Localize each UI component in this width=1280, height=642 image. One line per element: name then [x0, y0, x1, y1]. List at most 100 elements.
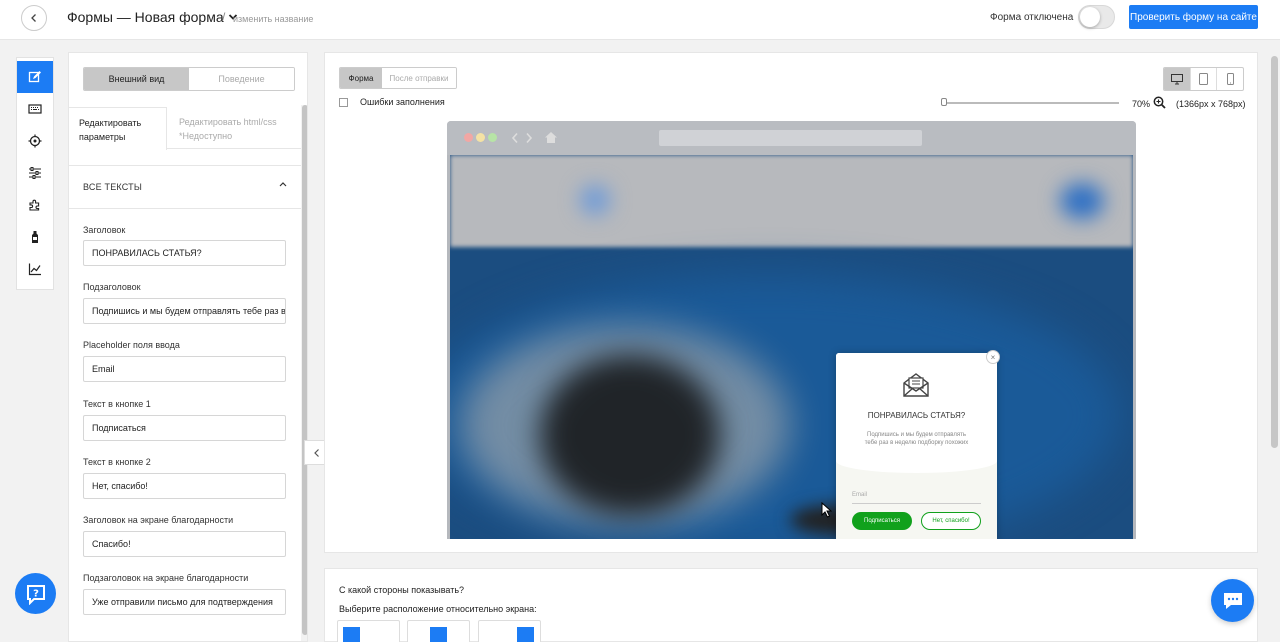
blurred-shape: [580, 185, 610, 215]
sliders-icon: [29, 167, 41, 179]
mouse-cursor-icon: [821, 502, 832, 518]
position-option-right[interactable]: [478, 620, 541, 642]
blurred-shape: [1060, 183, 1104, 219]
errors-checkbox[interactable]: [339, 97, 348, 107]
preview-resolution: (1366px x 768px): [1176, 99, 1246, 109]
tab-after-submit[interactable]: После отправки: [382, 68, 456, 88]
position-panel: С какой стороны показывать? Выберите рас…: [324, 568, 1258, 642]
title-separator: /: [222, 10, 226, 24]
all-texts-section-header[interactable]: ВСЕ ТЕКСТЫ: [69, 165, 301, 209]
desktop-icon: [1170, 73, 1183, 84]
toolbar-settings[interactable]: [17, 157, 53, 189]
edit-icon: [28, 71, 41, 83]
window-close-dot: [464, 133, 473, 142]
toolbar-target[interactable]: [17, 125, 53, 157]
section-title: ВСЕ ТЕКСТЫ: [83, 182, 143, 192]
toolbar-edit[interactable]: [17, 61, 53, 93]
edit-mode-tabs: Редактировать параметры Редактировать ht…: [69, 107, 301, 150]
form-enabled-toggle[interactable]: [1078, 5, 1115, 29]
help-button[interactable]: ?: [15, 573, 56, 614]
popup-email-input[interactable]: Email: [852, 492, 981, 504]
thanks-subtitle-input[interactable]: Уже отправили письмо для подтверждения: [83, 589, 286, 615]
chat-button[interactable]: [1211, 579, 1254, 622]
placeholder-input[interactable]: Email: [83, 356, 286, 382]
tab-edit-params[interactable]: Редактировать параметры: [69, 107, 167, 150]
browser-mockup: × ПОНРАВИЛАСЬ СТАТЬЯ? Подпишись и мы буд…: [447, 121, 1136, 539]
popup-title: ПОНРАВИЛАСЬ СТАТЬЯ?: [867, 411, 966, 420]
tablet-icon: [1199, 73, 1208, 85]
mobile-icon: [1226, 73, 1234, 85]
button1-input[interactable]: Подписаться: [83, 415, 286, 441]
home-icon: [545, 132, 557, 143]
tab-form[interactable]: Форма: [340, 68, 382, 88]
position-hint: Выберите расположение относительно экран…: [339, 604, 537, 614]
check-form-button[interactable]: Проверить форму на сайте: [1129, 5, 1258, 29]
device-desktop[interactable]: [1164, 68, 1191, 90]
toggle-knob: [1080, 7, 1100, 27]
toolbar-analytics[interactable]: [17, 253, 53, 285]
panel-scrollbar-thumb[interactable]: [302, 105, 307, 635]
blurred-site-header: [450, 155, 1133, 247]
page-scrollbar[interactable]: [1268, 52, 1280, 642]
toolbar-integrations[interactable]: [17, 189, 53, 221]
chat-icon: [1223, 592, 1242, 609]
errors-checkbox-label: Ошибки заполнения: [360, 97, 445, 107]
blurred-shape: [540, 355, 720, 515]
position-option-left[interactable]: [337, 620, 400, 642]
zoom-slider-handle[interactable]: [941, 98, 947, 106]
settings-panel: Внешний вид Поведение Редактировать пара…: [68, 52, 308, 642]
window-minimize-dot: [476, 133, 485, 142]
chevron-left-icon: [313, 448, 319, 457]
zoom-in-icon[interactable]: [1153, 96, 1166, 109]
tab-edit-html[interactable]: Редактировать html/css *Недоступно: [179, 115, 294, 143]
window-maximize-dot: [488, 133, 497, 142]
page-scrollbar-thumb[interactable]: [1271, 56, 1278, 448]
toolbar-data[interactable]: [17, 221, 53, 253]
help-icon: ?: [26, 584, 45, 605]
preview-tabs: Форма После отправки: [339, 67, 457, 89]
page-title[interactable]: Формы — Новая форма: [67, 9, 238, 25]
website-preview: × ПОНРАВИЛАСЬ СТАТЬЯ? Подпишись и мы буд…: [450, 155, 1133, 539]
popup-form-preview: × ПОНРАВИЛАСЬ СТАТЬЯ? Подпишись и мы буд…: [836, 350, 1000, 539]
tab-behavior[interactable]: Поведение: [189, 68, 294, 90]
field-label-subtitle: Подзаголовок: [83, 282, 141, 292]
field-label-placeholder: Placeholder поля ввода: [83, 340, 180, 350]
popup-decline-button[interactable]: Нет, спасибо!: [921, 512, 981, 530]
device-tablet[interactable]: [1191, 68, 1218, 90]
device-mobile[interactable]: [1217, 68, 1243, 90]
nav-arrows-icon: [511, 132, 533, 144]
form-status-label: Форма отключена: [990, 12, 1074, 23]
tab-appearance[interactable]: Внешний вид: [84, 68, 189, 90]
keyboard-icon: [28, 104, 42, 114]
popup-close-button[interactable]: ×: [986, 350, 1000, 364]
toolbar-keyboard[interactable]: [17, 93, 53, 125]
subtitle-input[interactable]: Подпишись и мы будем отправлять тебе раз…: [83, 298, 286, 324]
field-label-title: Заголовок: [83, 225, 126, 235]
field-label-thanks-title: Заголовок на экране благодарности: [83, 515, 234, 525]
address-bar: [659, 130, 922, 146]
field-label-button1: Текст в кнопке 1: [83, 399, 151, 409]
zoom-slider-track[interactable]: [943, 102, 1119, 104]
title-input[interactable]: ПОНРАВИЛАСЬ СТАТЬЯ?: [83, 240, 286, 266]
appearance-behavior-switch: Внешний вид Поведение: [83, 67, 295, 91]
target-icon: [28, 134, 42, 148]
panel-scrollbar[interactable]: [301, 105, 307, 641]
svg-text:?: ?: [33, 588, 39, 599]
errors-checkbox-row[interactable]: Ошибки заполнения: [339, 97, 445, 107]
back-button[interactable]: [21, 5, 47, 31]
rename-link[interactable]: изменить название: [233, 14, 313, 24]
position-marker: [517, 627, 534, 642]
position-marker: [430, 627, 447, 642]
position-marker: [343, 627, 360, 642]
thanks-title-input[interactable]: Спасибо!: [83, 531, 286, 557]
preview-panel: Форма После отправки Ошибки заполнения 7…: [324, 52, 1258, 553]
position-option-center[interactable]: [407, 620, 470, 642]
button2-input[interactable]: Нет, спасибо!: [83, 473, 286, 499]
field-label-button2: Текст в кнопке 2: [83, 457, 151, 467]
field-label-thanks-subtitle: Подзаголовок на экране благодарности: [83, 573, 249, 583]
envelope-icon: [903, 373, 929, 397]
chevron-left-icon: [31, 14, 36, 22]
popup-subscribe-button[interactable]: Подписаться: [852, 512, 912, 530]
puzzle-icon: [29, 199, 40, 211]
popup-subtitle: Подпишись и мы будем отправлять тебе раз…: [864, 432, 969, 446]
